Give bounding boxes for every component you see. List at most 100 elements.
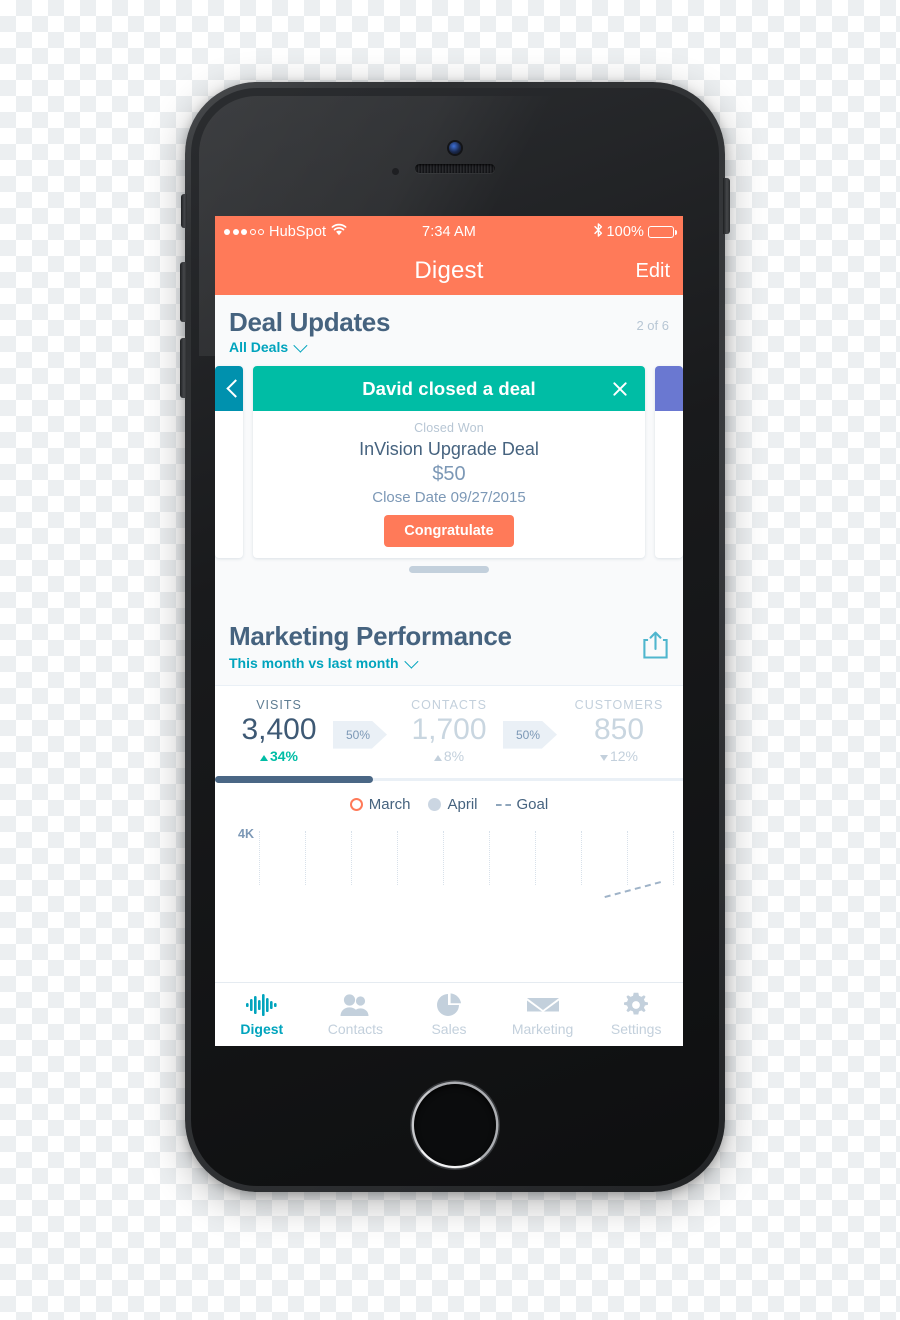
legend-marker-filled-icon [428, 798, 442, 812]
metric-visits-value: 3,400 [241, 712, 317, 746]
section-spacer [215, 580, 683, 616]
legend-item-april[interactable]: April [428, 796, 478, 814]
metric-contacts-label: CONTACTS [411, 697, 487, 712]
volume-down-button[interactable] [180, 338, 187, 398]
deal-card-next-header [655, 366, 683, 411]
status-bar-left: HubSpot [224, 223, 422, 240]
tab-sales[interactable]: Sales [402, 992, 496, 1037]
marketing-performance-range-label: This month vs last month [229, 654, 399, 671]
deal-updates-counter: 2 of 6 [636, 318, 669, 333]
home-button[interactable] [414, 1084, 496, 1166]
marketing-performance-range-dropdown[interactable]: This month vs last month [229, 654, 642, 671]
marketing-performance-titles: Marketing Performance This month vs last… [229, 622, 642, 671]
metric-contacts-delta: 8% [395, 748, 503, 764]
chevron-down-icon [293, 338, 308, 353]
legend-label-march: March [368, 796, 411, 814]
proximity-sensor-icon [392, 168, 399, 175]
deal-name-label: InVision Upgrade Deal [359, 439, 539, 459]
legend-item-march[interactable]: March [349, 796, 411, 814]
marketing-performance-header: Marketing Performance This month vs last… [215, 616, 683, 686]
edit-button[interactable]: Edit [636, 260, 670, 283]
status-bar-right: 100% [476, 222, 677, 241]
volume-up-button[interactable] [180, 262, 187, 322]
metrics-scrollbar-track[interactable] [215, 776, 683, 784]
deal-card-body: Closed Won InVision Upgrade Deal $50 Clo… [253, 411, 645, 547]
metrics-scrollbar-thumb[interactable] [215, 776, 373, 784]
carousel-page-indicator-pill [409, 565, 489, 573]
digest-waveform-icon [245, 992, 279, 1018]
phone-screen: HubSpot 7:34 AM 100% Digest Edit Deal Up… [215, 216, 683, 1046]
chart-legend: March April Goal [215, 781, 683, 820]
tab-digest[interactable]: Digest [215, 992, 309, 1037]
legend-item-goal[interactable]: Goal [495, 796, 549, 814]
battery-percentage-label: 100% [606, 223, 644, 240]
metric-visits-label: VISITS [256, 697, 302, 712]
deal-card-header: David closed a deal [253, 366, 645, 411]
close-icon[interactable] [611, 380, 629, 398]
tab-marketing[interactable]: Marketing [496, 992, 590, 1037]
deal-card-next[interactable] [655, 366, 683, 558]
all-deals-filter-label: All Deals [229, 339, 289, 355]
conversion-rate-visits-to-contacts: 50% [333, 720, 395, 749]
deal-close-date-label: Close Date 09/27/2015 [372, 489, 526, 506]
sales-piechart-icon [436, 992, 462, 1018]
marketing-performance-title: Marketing Performance [229, 621, 512, 651]
deal-card-previous-header [215, 366, 243, 411]
trend-up-icon [259, 755, 268, 762]
chart-ytick-4k: 4K [238, 827, 254, 842]
trend-down-icon [599, 755, 608, 762]
tab-contacts[interactable]: Contacts [309, 992, 403, 1037]
chevron-left-icon[interactable] [226, 379, 243, 398]
deal-updates-header: Deal Updates 2 of 6 [215, 309, 683, 335]
mute-switch-button[interactable] [181, 194, 187, 228]
status-bar: HubSpot 7:34 AM 100% [215, 216, 683, 247]
tab-settings[interactable]: Settings [589, 992, 683, 1037]
legend-label-goal: Goal [516, 796, 549, 814]
bluetooth-icon [593, 222, 603, 241]
conversion-rate-contacts-to-customers: 50% [503, 720, 565, 749]
metrics-row: VISITS 3,400 34% 50% CONTACTS 1,700 8% 5… [215, 685, 683, 775]
wifi-icon [331, 223, 347, 240]
status-bar-time: 7:34 AM [422, 223, 476, 240]
metric-visits-delta: 34% [225, 748, 333, 764]
tab-sales-label: Sales [431, 1021, 467, 1037]
conversion-rate-2-label: 50% [516, 727, 541, 742]
legend-label-april: April [447, 796, 478, 814]
chart-gridlines [259, 831, 674, 886]
legend-marker-ring-icon [349, 798, 363, 812]
deal-cards-carousel[interactable]: David closed a deal Closed Won InVision … [215, 366, 683, 558]
deal-card-title: David closed a deal [362, 377, 536, 399]
tab-marketing-label: Marketing [511, 1021, 574, 1037]
earpiece-speaker-icon [415, 164, 495, 173]
marketing-performance-chart[interactable]: 4K [215, 823, 683, 899]
phone-device: HubSpot 7:34 AM 100% Digest Edit Deal Up… [180, 82, 730, 1192]
deal-card-previous[interactable] [215, 366, 243, 558]
metric-contacts[interactable]: CONTACTS 1,700 8% [395, 698, 503, 765]
congratulate-button[interactable]: Congratulate [384, 515, 514, 547]
deal-amount-label: $50 [432, 463, 466, 485]
battery-icon [648, 225, 677, 238]
deal-card-active[interactable]: David closed a deal Closed Won InVision … [253, 366, 645, 558]
marketing-envelope-icon [526, 992, 560, 1018]
front-camera-icon [449, 142, 461, 154]
metric-customers-value: 850 [593, 712, 645, 746]
contacts-people-icon [339, 992, 371, 1018]
metric-visits[interactable]: VISITS 3,400 34% [225, 698, 333, 765]
legend-marker-dashed-icon [495, 803, 511, 806]
tab-settings-label: Settings [610, 1021, 662, 1037]
page-canvas: HubSpot 7:34 AM 100% Digest Edit Deal Up… [0, 0, 900, 1320]
tab-digest-label: Digest [240, 1021, 284, 1037]
chevron-down-icon [403, 654, 419, 669]
metric-customers[interactable]: CUSTOMERS 850 12% [565, 698, 673, 765]
all-deals-filter-dropdown[interactable]: All Deals [215, 335, 683, 355]
share-icon[interactable] [642, 630, 669, 665]
power-button[interactable] [723, 178, 730, 234]
metric-customers-delta: 12% [565, 748, 673, 764]
tab-contacts-label: Contacts [327, 1021, 384, 1037]
signal-strength-icon [224, 228, 264, 235]
carrier-label: HubSpot [269, 223, 327, 240]
settings-gear-icon [623, 992, 649, 1018]
carousel-page-indicator[interactable] [215, 558, 683, 580]
metric-customers-label: CUSTOMERS [574, 697, 664, 712]
trend-up-icon [433, 755, 442, 762]
